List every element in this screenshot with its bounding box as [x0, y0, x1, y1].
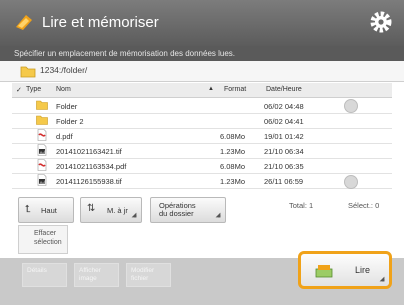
- sort-arrows-icon: ⇅: [87, 203, 96, 214]
- col-name[interactable]: Nom: [56, 86, 71, 93]
- path-bar: 1234:/folder/: [0, 61, 404, 82]
- bottom-bar: Détails Afficher image Modifier fichier Li…: [0, 251, 404, 305]
- image-file-icon: [37, 174, 47, 186]
- dropdown-corner-icon: [131, 212, 137, 218]
- dropdown-corner-icon: [215, 212, 221, 218]
- file-name: 20141021163421.tif: [56, 147, 122, 156]
- file-size: 1.23Mo: [220, 147, 246, 156]
- file-name: 20141126155938.tif: [56, 177, 122, 186]
- selected-count: Sélect.: 0: [348, 201, 380, 210]
- action-row: ⮤ Haut ⇅ M. à jr Opérations du dossier To…: [12, 197, 392, 225]
- file-size: 1.23Mo: [220, 177, 246, 186]
- details-button[interactable]: Détails: [22, 263, 67, 287]
- back-button[interactable]: ⮤ Haut: [18, 197, 74, 223]
- read-and-store-icon: [16, 15, 32, 30]
- pdf-file-icon: [37, 159, 47, 171]
- sort-label: M. à jr: [107, 206, 128, 215]
- file-name: 20141021163534.pdf: [56, 162, 127, 171]
- file-size: 6.08Mo: [220, 132, 246, 141]
- show-image-button[interactable]: Afficher image: [74, 263, 119, 287]
- folder-operations-button[interactable]: Opérations du dossier: [150, 197, 226, 223]
- col-check[interactable]: ✓: [16, 86, 22, 94]
- gear-icon[interactable]: [368, 9, 394, 35]
- edit-file-button[interactable]: Modifier fichier: [126, 263, 171, 287]
- file-name: Folder 2: [56, 117, 84, 126]
- table-header: ✓ Type Nom ▲ Format Date/Heure: [12, 83, 392, 98]
- image-file-icon: [37, 144, 47, 156]
- folder-ops-label: Opérations du dossier: [159, 201, 196, 218]
- total-count: Total: 1: [289, 201, 314, 210]
- col-format[interactable]: Format: [224, 86, 246, 93]
- folder-icon: [36, 100, 48, 110]
- table-row[interactable]: Folder 2 06/02 04:41: [12, 113, 392, 129]
- table-row[interactable]: 20141126155938.tif 1.23Mo 26/11 06:59: [12, 173, 392, 189]
- app-title: Lire et mémoriser: [42, 14, 159, 31]
- pdf-file-icon: [37, 129, 47, 141]
- table-row[interactable]: Folder 06/02 04:48: [12, 98, 392, 114]
- file-list: ✓ Type Nom ▲ Format Date/Heure Folder 06…: [12, 83, 392, 196]
- file-size: 6.08Mo: [220, 162, 246, 171]
- col-date[interactable]: Date/Heure: [266, 86, 302, 93]
- file-date: 26/11 06:59: [264, 177, 304, 186]
- dropdown-corner-icon: [379, 276, 385, 282]
- scroll-up-button[interactable]: [344, 99, 358, 113]
- scan-icon: [315, 265, 333, 278]
- file-date: 21/10 06:35: [264, 162, 304, 171]
- current-path: 1234:/folder/: [40, 65, 88, 75]
- sort-button[interactable]: ⇅ M. à jr: [80, 197, 142, 223]
- folder-icon: [36, 115, 48, 125]
- folder-open-icon: [20, 66, 36, 78]
- title-bar: Lire et mémoriser: [0, 0, 404, 46]
- scroll-down-button[interactable]: [344, 175, 358, 189]
- sort-arrow-icon: ▲: [208, 86, 214, 92]
- file-date: 21/10 06:34: [264, 147, 304, 156]
- clear-selection-label: Effacer sélection: [34, 230, 62, 246]
- table-row[interactable]: d.pdf 6.08Mo 19/01 01:42: [12, 128, 392, 144]
- read-label: Lire: [355, 265, 371, 275]
- file-name: d.pdf: [56, 132, 73, 141]
- instruction-text: Spécifier un emplacement de mémorisation…: [0, 46, 404, 61]
- col-type[interactable]: Type: [26, 86, 41, 93]
- file-date: 06/02 04:48: [264, 102, 304, 111]
- back-arrow-icon: ⮤: [25, 204, 31, 215]
- file-date: 06/02 04:41: [264, 117, 304, 126]
- file-date: 19/01 01:42: [264, 132, 304, 141]
- read-button[interactable]: Lire: [298, 251, 392, 289]
- table-row[interactable]: 20141021163534.pdf 6.08Mo 21/10 06:35: [12, 158, 392, 174]
- table-row[interactable]: 20141021163421.tif 1.23Mo 21/10 06:34: [12, 143, 392, 159]
- file-name: Folder: [56, 102, 78, 111]
- back-label: Haut: [41, 206, 57, 215]
